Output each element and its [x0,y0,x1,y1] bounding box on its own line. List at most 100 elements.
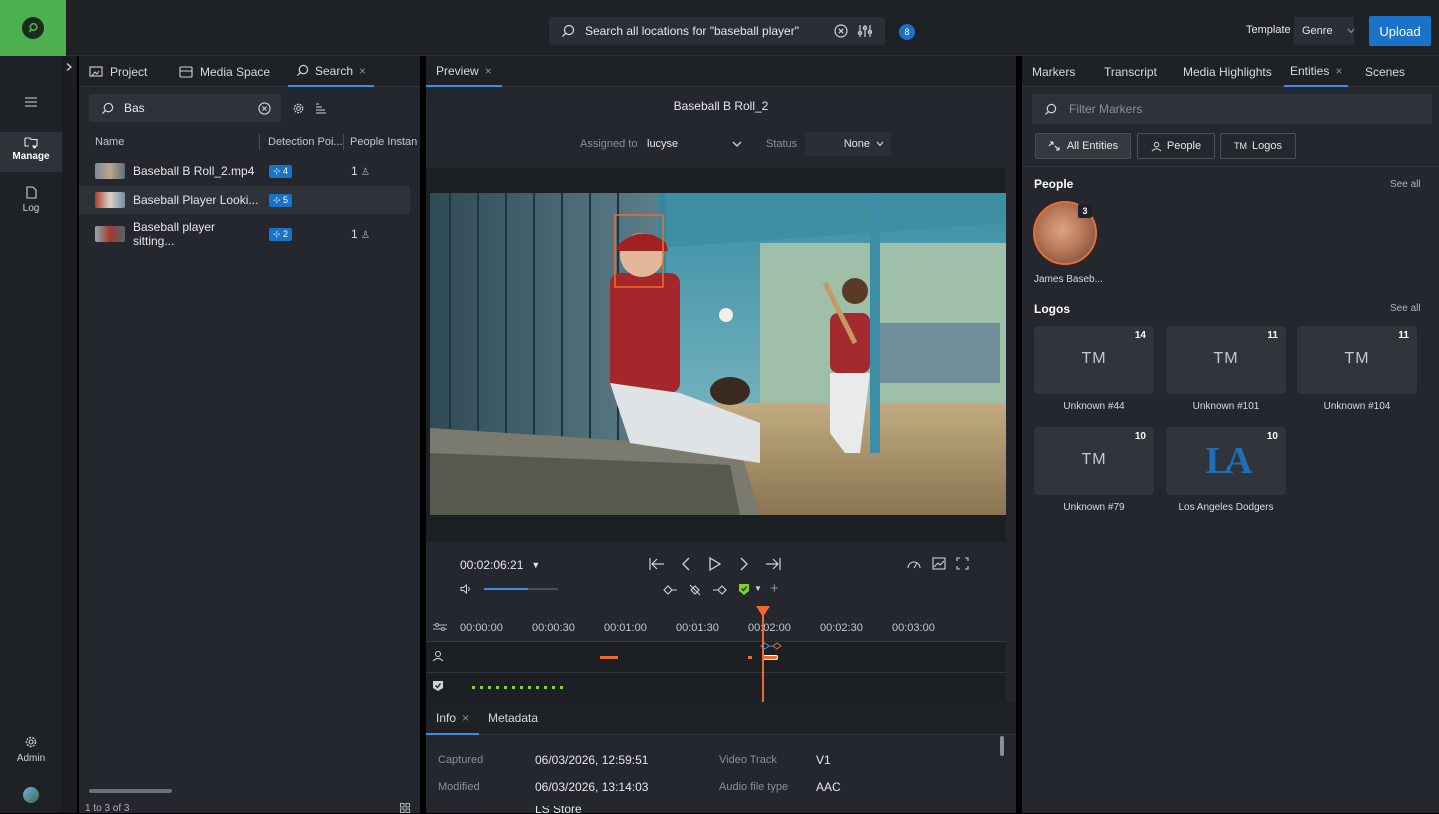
person-track-icon [432,650,444,662]
rail-manage-label: Manage [12,151,50,162]
user-avatar[interactable] [23,787,39,803]
filter-logos-button[interactable]: TM Logos [1220,133,1296,159]
play-icon[interactable] [708,556,722,572]
logo-card[interactable]: 10 LA [1166,427,1286,495]
playhead-handle[interactable] [756,606,770,617]
status-select[interactable]: None [806,132,890,156]
tab-media-highlights[interactable]: Media Highlights [1183,56,1272,87]
tab-media-space[interactable]: Media Space [179,56,270,87]
column-divider[interactable] [259,134,260,150]
skip-to-start-icon[interactable] [648,556,666,572]
marker-type-icon[interactable] [738,583,750,596]
track-divider [426,672,1006,673]
horizontal-scrollbar[interactable] [89,789,172,793]
fullscreen-icon[interactable] [956,557,969,570]
person-name: James Baseb... [1034,274,1103,285]
notification-badge[interactable]: 8 [899,24,915,40]
vertical-scrollbar[interactable] [1000,736,1004,756]
timeline[interactable]: 00:00:00 00:00:30 00:01:00 00:01:30 00:0… [426,606,1006,702]
volume-icon[interactable] [460,584,472,594]
video-frame[interactable] [430,193,1006,515]
tab-scenes-label: Scenes [1365,64,1406,79]
upload-button[interactable]: Upload [1369,16,1431,46]
volume-slider[interactable] [484,588,558,590]
template-select[interactable]: Genre [1294,17,1355,45]
snapshot-icon[interactable] [932,557,946,570]
logos-section-title: Logos [1034,302,1070,316]
tab-transcript[interactable]: Transcript [1104,56,1157,87]
logo-card[interactable]: 11 TM [1297,326,1417,394]
speed-icon[interactable] [906,558,922,570]
column-header-people[interactable]: People Instan [350,136,417,148]
rail-item-manage[interactable]: Manage [0,132,62,172]
playhead-line[interactable] [762,608,764,702]
tab-info[interactable]: Info × [426,702,480,735]
sort-icon[interactable] [315,102,327,114]
close-icon[interactable]: × [1335,64,1342,78]
filter-all-entities-button[interactable]: All Entities [1035,133,1131,159]
filter-people-label: People [1166,140,1202,152]
column-header-detection[interactable]: Detection Poi... [268,136,343,148]
filter-markers-input[interactable]: Filter Markers [1032,94,1432,124]
partial-field-value: LS Store [535,806,582,813]
mark-in-icon[interactable] [662,584,678,596]
caret-down-icon: ▼ [531,560,541,570]
app-logo[interactable] [0,0,66,56]
search-settings-icon[interactable] [292,102,305,115]
tab-scenes[interactable]: Scenes [1365,56,1405,87]
add-marker-icon[interactable]: + [770,580,779,597]
marker-segments[interactable] [472,686,568,689]
modified-label: Modified [438,781,480,793]
tab-search[interactable]: Search × [288,56,375,87]
template-label: Template [1246,24,1291,36]
table-row[interactable]: Baseball B Roll_2.mp4 ⊹ 4 1 ♙ [79,157,399,185]
hamburger-menu-icon[interactable] [0,96,62,108]
person-segment-selected[interactable] [762,655,778,660]
person-segment[interactable] [748,656,752,659]
search-input[interactable]: Bas [89,94,281,122]
rail-item-log[interactable]: Log [0,186,62,214]
tab-project[interactable]: Project [89,56,147,87]
step-back-icon[interactable] [680,556,692,572]
caret-down-icon[interactable]: ▼ [754,584,762,593]
tab-project-label: Project [110,64,148,79]
table-row[interactable]: Baseball player sitting... ⊹ 2 1 ♙ [79,220,399,248]
tab-preview[interactable]: Preview × [426,56,502,87]
logo-card[interactable]: 14 TM [1034,326,1154,394]
tab-metadata[interactable]: Metadata [488,702,538,733]
timecode-display[interactable]: 00:02:06:21 ▼ [460,558,540,572]
close-icon[interactable]: × [359,64,366,78]
person-icon [1151,141,1162,152]
tab-metadata-label: Metadata [488,710,539,725]
row-name: Baseball Player Looki... [133,193,259,207]
people-see-all-link[interactable]: See all [1390,179,1421,190]
assignee-select[interactable]: lucyse [642,132,752,156]
person-count-badge: 3 [1078,204,1092,218]
logos-see-all-link[interactable]: See all [1390,303,1421,314]
table-row[interactable]: Baseball Player Looki... ⊹ 5 [79,186,410,214]
chevron-right-icon[interactable] [64,62,74,72]
tab-entities[interactable]: Entities × [1284,56,1349,87]
mark-out-icon[interactable] [712,584,728,596]
tab-markers[interactable]: Markers [1032,56,1075,87]
rail-item-admin[interactable]: Admin [0,735,62,764]
search-filters-icon[interactable] [857,23,873,39]
detection-badge: ⊹ 2 [269,227,293,241]
logo-card[interactable]: 10 TM [1034,427,1154,495]
grid-view-icon[interactable] [400,803,410,813]
clear-search-icon[interactable] [834,24,848,38]
step-forward-icon[interactable] [738,556,750,572]
skip-to-end-icon[interactable] [764,556,782,572]
close-icon[interactable]: × [485,64,492,78]
column-divider[interactable] [343,134,344,150]
timeline-settings-icon[interactable] [432,622,448,632]
clear-search-icon[interactable] [258,101,271,115]
filter-people-button[interactable]: People [1137,133,1215,159]
global-search-text: Search all locations for "baseball playe… [585,24,799,38]
person-segment[interactable] [600,656,618,659]
clear-marks-icon[interactable] [688,583,702,597]
column-header-name[interactable]: Name [95,136,124,148]
logo-card[interactable]: 11 TM [1166,326,1286,394]
close-icon[interactable]: × [462,711,469,725]
result-count: 1 to 3 of 3 [85,803,130,814]
